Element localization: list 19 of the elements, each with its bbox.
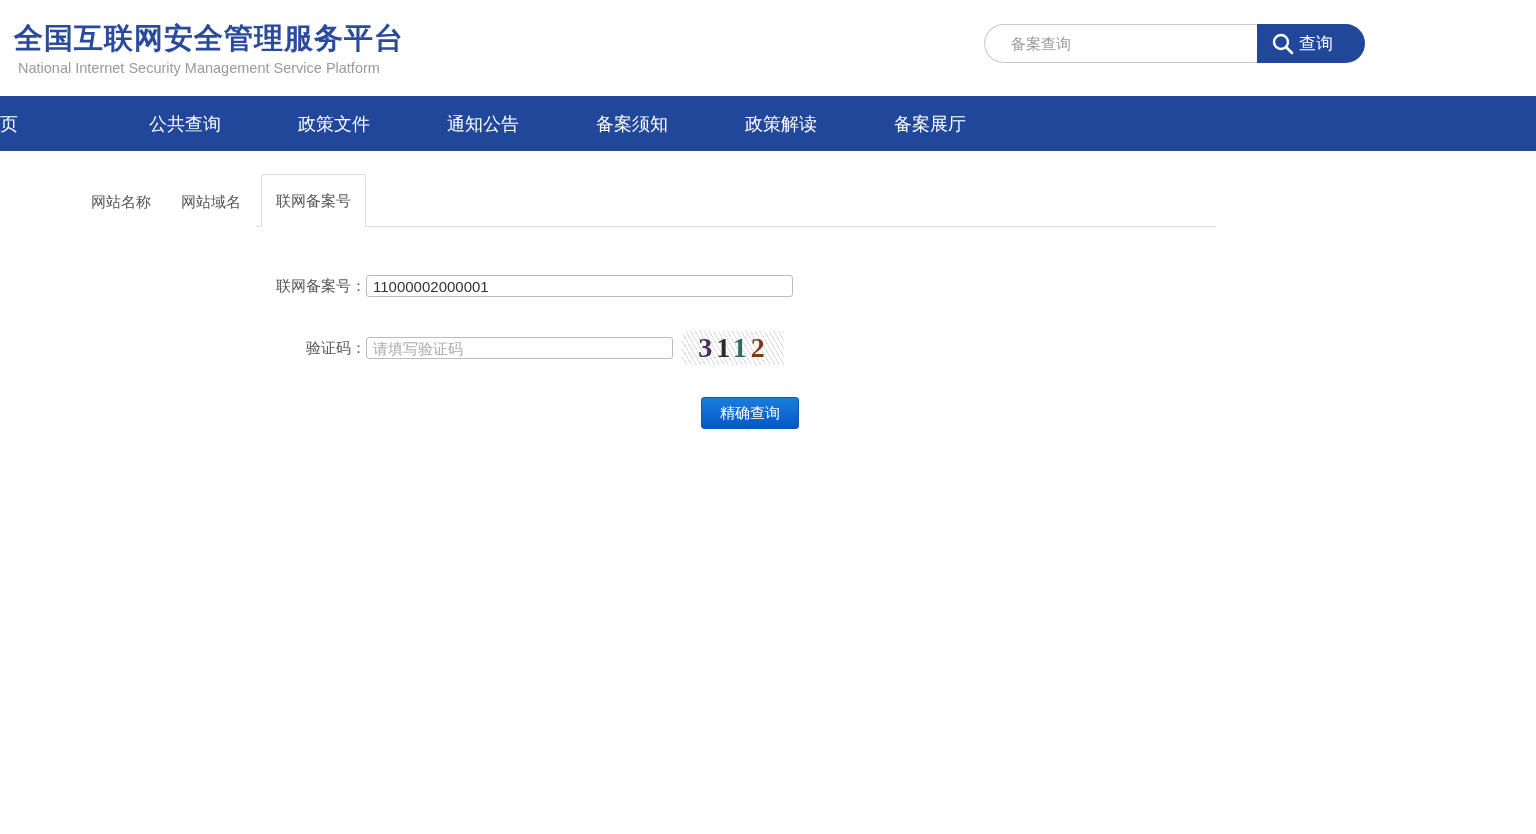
field-label: 验证码： [305,338,366,359]
nav-link[interactable]: 备案展厅 [894,111,1043,136]
field-label: 联网备案号： [275,276,366,297]
search-button[interactable]: 查询 [1257,24,1365,63]
nav-link[interactable]: 备案须知 [596,111,745,136]
tab[interactable]: 联网备案号 [261,174,366,227]
record-number-field[interactable]: 11000002000001 [366,275,793,297]
nav-link[interactable]: 通知公告 [447,111,596,136]
captcha-field[interactable]: 请填写验证码 [366,337,673,359]
nav-link[interactable]: 政策解读 [745,111,894,136]
nav-link[interactable]: 页 [0,111,149,136]
captcha-image[interactable]: 3112 [683,331,784,365]
search-field[interactable]: 备案查询 [984,24,1257,63]
site-subtitle: National Internet Security Management Service Platform [18,60,380,76]
nav-link[interactable]: 政策文件 [298,111,447,136]
site-title: 全国互联网安全管理服务平台 [14,20,404,56]
search-icon [1271,31,1295,56]
nav-link[interactable]: 公共查询 [149,111,298,136]
exact-search-button[interactable]: 精确查询 [701,397,799,429]
